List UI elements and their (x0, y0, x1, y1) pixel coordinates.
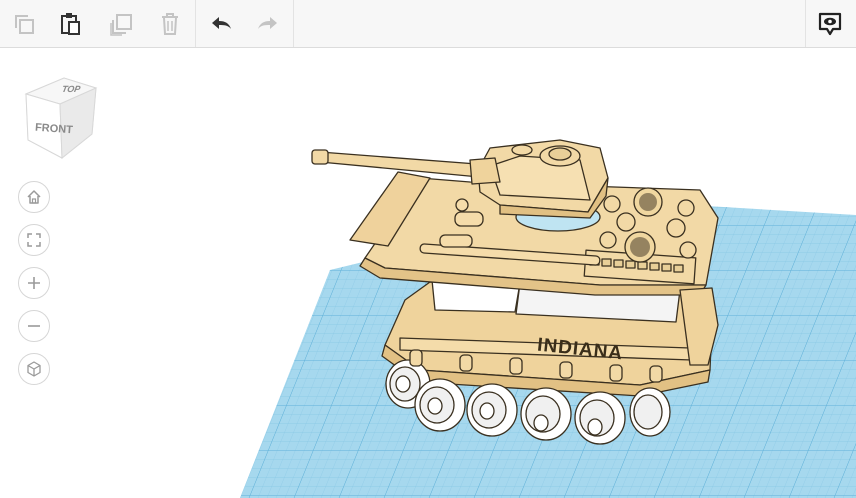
fit-frame-icon (27, 233, 41, 247)
toolbar-separator (293, 0, 294, 47)
fit-view-button[interactable] (18, 224, 50, 256)
cube-icon (27, 361, 41, 377)
zoom-in-button[interactable] (18, 267, 50, 299)
trash-icon (162, 12, 178, 35)
home-view-button[interactable] (18, 181, 50, 213)
duplicate-icon (110, 13, 132, 36)
redo-button[interactable] (244, 0, 292, 47)
duplicate-button[interactable] (97, 0, 145, 47)
speech-eye-icon (818, 12, 842, 35)
view-cube-top-label: TOP (61, 84, 82, 94)
paste-icon (61, 12, 80, 35)
copy-button[interactable] (0, 0, 48, 47)
view-cube[interactable]: TOP FRONT (22, 74, 98, 160)
toolbar (0, 0, 856, 48)
undo-button[interactable] (197, 0, 245, 47)
workplane-and-model[interactable] (0, 48, 856, 498)
road-wheel (466, 383, 518, 437)
redo-arrow-icon (258, 16, 277, 29)
copy-icon (15, 14, 34, 34)
home-icon (27, 190, 41, 204)
perspective-toggle-button[interactable] (18, 353, 50, 385)
road-wheel (520, 387, 572, 441)
3d-viewport[interactable]: INDIANA TOP FRONT (0, 48, 856, 498)
undo-arrow-icon (212, 16, 231, 29)
road-wheel (629, 387, 671, 437)
road-wheel (414, 378, 466, 432)
paste-button[interactable] (46, 0, 94, 47)
road-wheel (574, 391, 626, 445)
zoom-out-button[interactable] (18, 310, 50, 342)
view-cube-icon (24, 77, 98, 160)
view-cube-front-label: FRONT (34, 121, 74, 137)
delete-button[interactable] (146, 0, 194, 47)
minus-icon (28, 325, 40, 327)
plus-icon (28, 277, 40, 289)
toolbar-separator (195, 0, 196, 47)
notes-button[interactable] (806, 0, 854, 47)
